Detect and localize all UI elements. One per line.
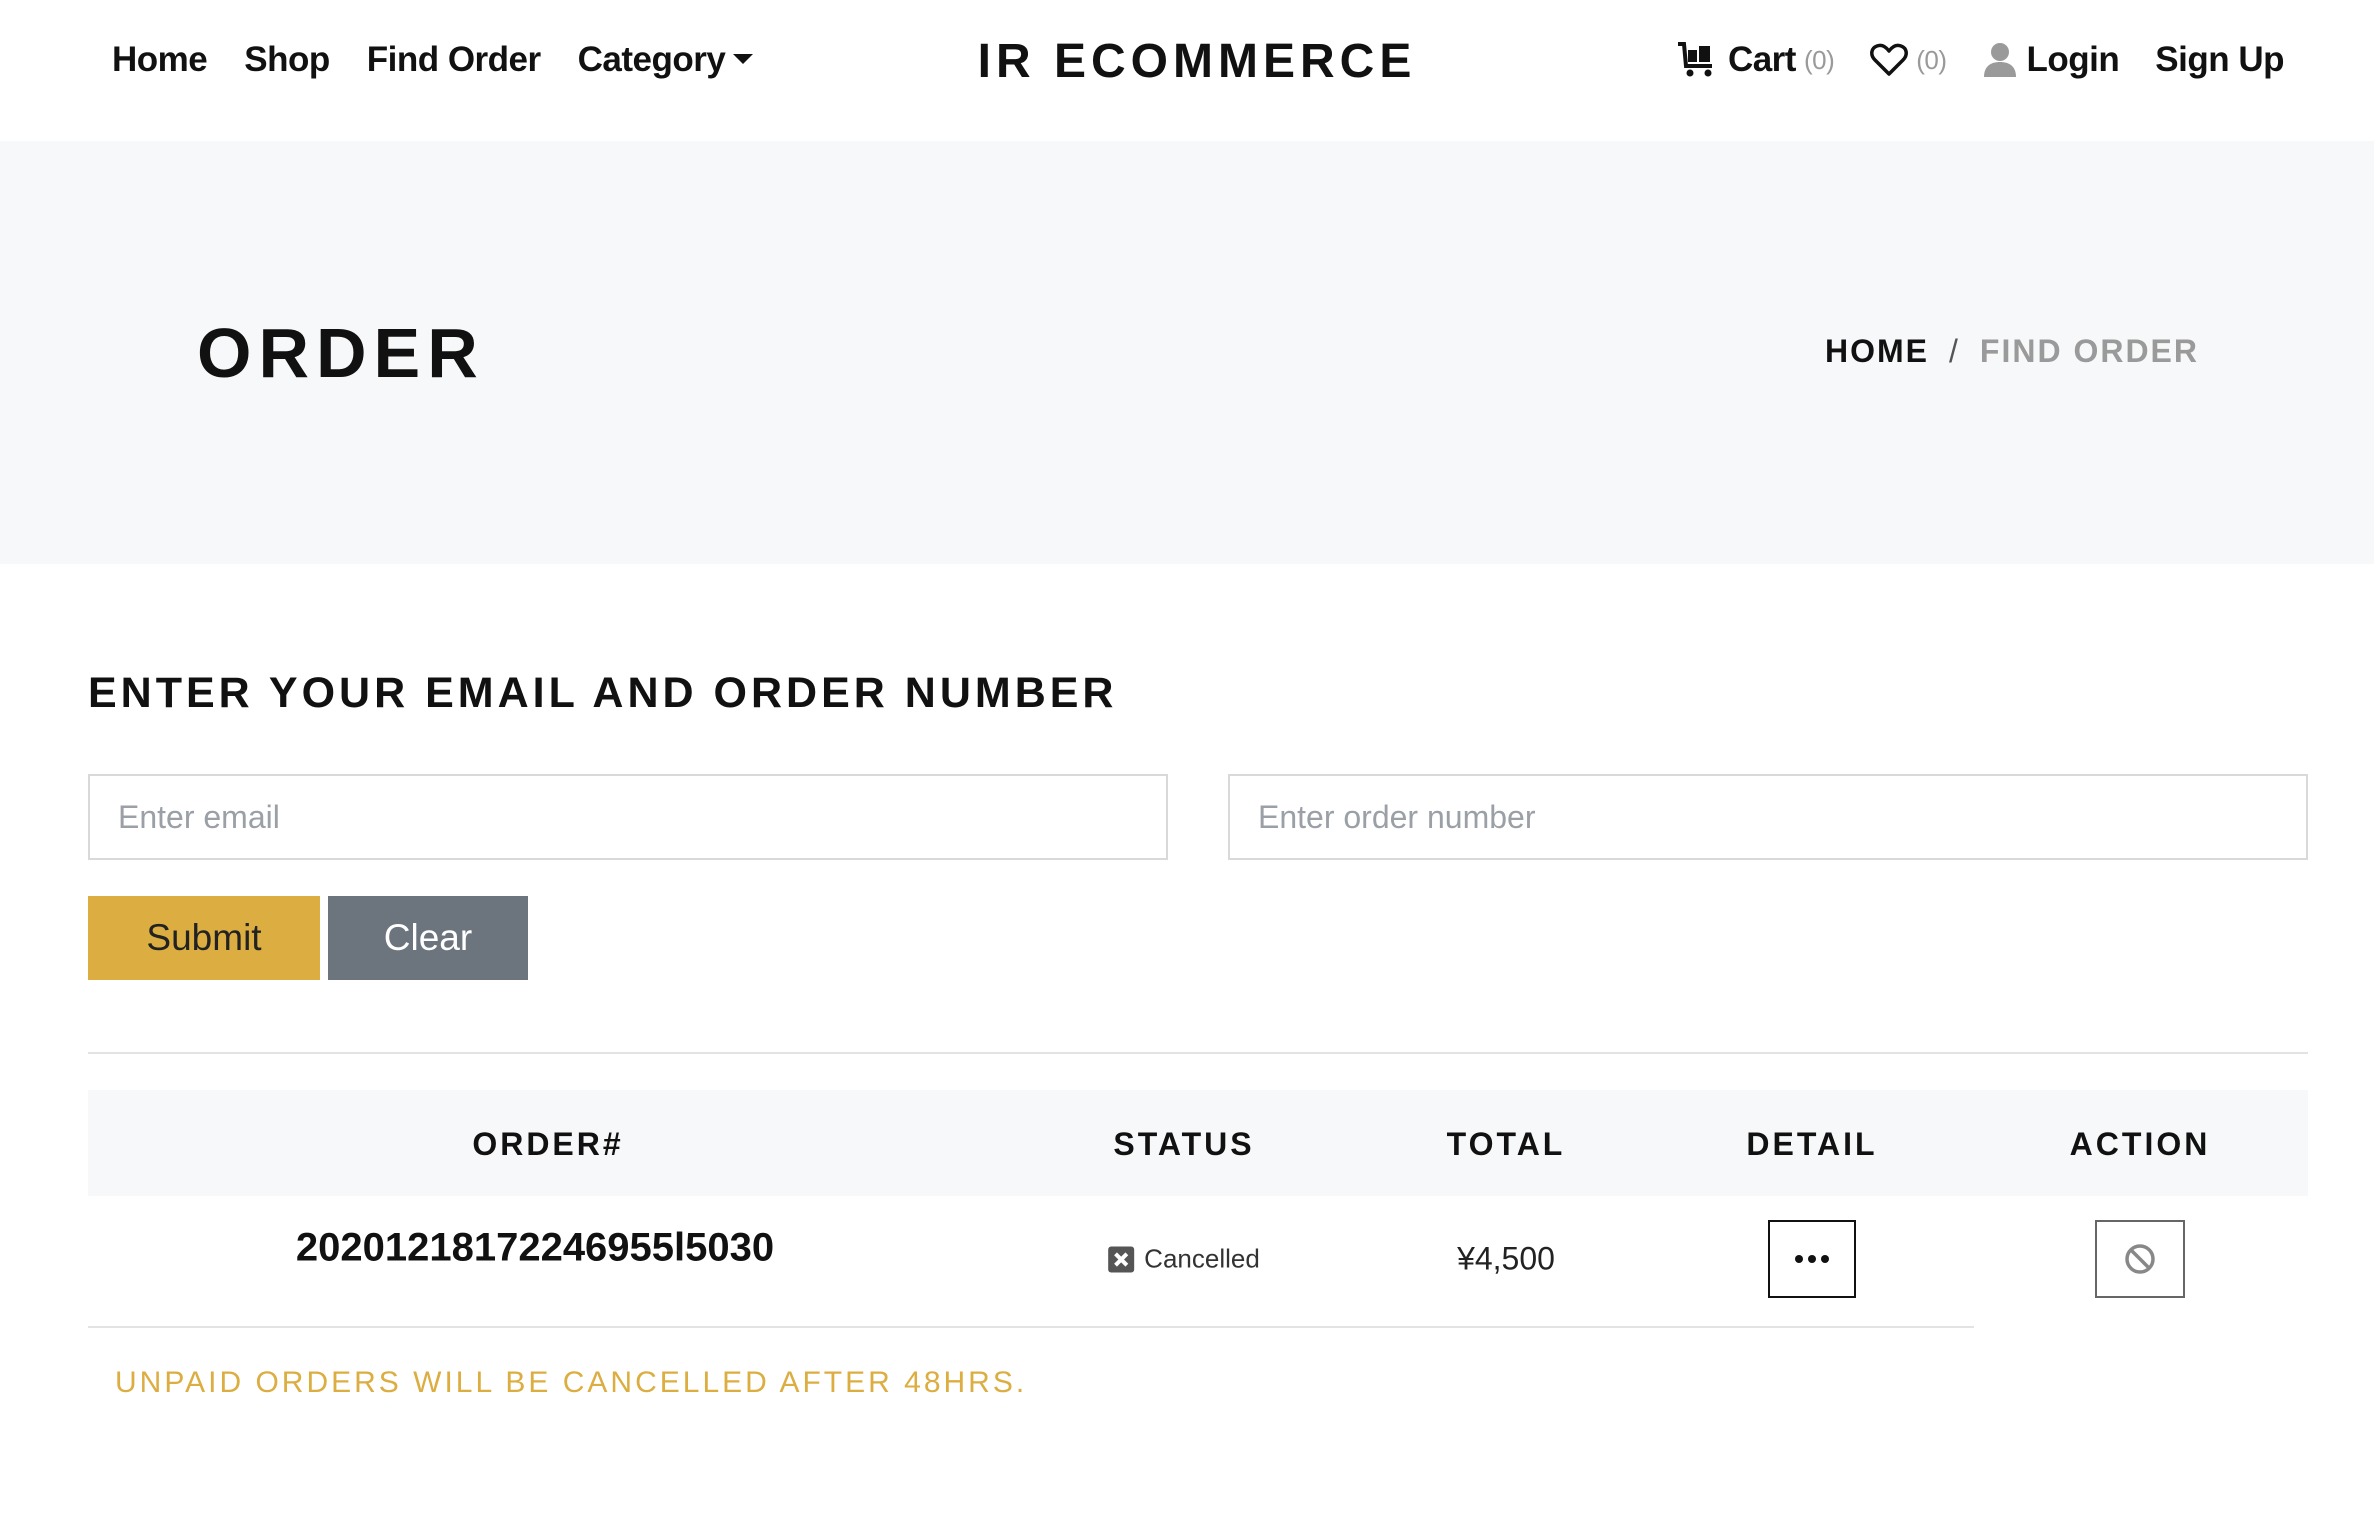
status-badge: Cancelled	[1108, 1244, 1260, 1275]
page-banner: ORDER HOME / FIND ORDER	[0, 141, 2374, 564]
breadcrumb-home-link[interactable]: HOME	[1825, 333, 1929, 370]
nav-shop-link[interactable]: Shop	[244, 40, 330, 80]
header-detail: DETAIL	[1746, 1126, 1878, 1162]
breadcrumb: HOME / FIND ORDER	[1825, 333, 2199, 370]
ellipsis-icon	[1808, 1255, 1816, 1263]
breadcrumb-separator: /	[1949, 333, 1960, 369]
wishlist-link[interactable]: (0)	[1870, 43, 1947, 77]
login-label: Login	[2026, 40, 2120, 79]
cancelled-icon	[1108, 1246, 1135, 1272]
header-order-number: ORDER#	[472, 1126, 624, 1162]
header-action: ACTION	[2069, 1126, 2211, 1162]
cancel-order-button[interactable]	[2095, 1220, 2185, 1298]
nav-home-link[interactable]: Home	[112, 40, 208, 80]
site-header: Home Shop Find Order Category IR ECOMMER…	[0, 0, 2374, 141]
order-detail-button[interactable]	[1768, 1220, 1856, 1298]
row-divider	[88, 1326, 1974, 1328]
user-icon	[1983, 42, 2017, 78]
action-cell	[2095, 1220, 2185, 1298]
caret-down-icon	[733, 53, 754, 64]
unpaid-notice: UNPAID ORDERS WILL BE CANCELLED AFTER 48…	[115, 1366, 1028, 1399]
email-field[interactable]	[88, 774, 1168, 860]
header-status: STATUS	[1113, 1126, 1255, 1162]
form-heading: ENTER YOUR EMAIL AND ORDER NUMBER	[88, 669, 1118, 717]
login-link[interactable]: Login	[1983, 40, 2120, 80]
page-title: ORDER	[197, 314, 485, 392]
breadcrumb-current: FIND ORDER	[1979, 333, 2199, 369]
detail-cell	[1768, 1220, 1856, 1298]
header-total: TOTAL	[1446, 1126, 1566, 1162]
nav-find-order-link[interactable]: Find Order	[367, 40, 541, 80]
wishlist-count: (0)	[1916, 44, 1947, 75]
order-number-cell: 20201218172246955l5030	[295, 1225, 775, 1270]
orders-table-header: ORDER# STATUS TOTAL DETAIL ACTION	[88, 1090, 2308, 1196]
ban-icon	[2125, 1244, 2155, 1274]
cart-icon	[1676, 42, 1718, 78]
ellipsis-icon	[1821, 1255, 1829, 1263]
order-total: ¥4,500	[1457, 1240, 1555, 1277]
ellipsis-icon	[1795, 1255, 1803, 1263]
user-nav: Cart (0) (0) Login Sign Up	[1676, 40, 2284, 80]
section-divider	[88, 1052, 2308, 1054]
table-row: 20201218172246955l5030 Cancelled ¥4,500	[88, 1196, 2308, 1326]
nav-category-dropdown[interactable]: Category	[578, 40, 754, 80]
order-number-field[interactable]	[1228, 774, 2308, 860]
cart-label: Cart	[1727, 40, 1797, 79]
cart-link[interactable]: Cart (0)	[1676, 40, 1835, 80]
clear-button[interactable]: Clear	[328, 896, 528, 980]
nav-category-label: Category	[577, 40, 726, 79]
cart-count: (0)	[1803, 44, 1835, 75]
signup-link[interactable]: Sign Up	[2155, 40, 2284, 80]
main-nav: Home Shop Find Order Category	[112, 40, 754, 80]
signup-label: Sign Up	[2155, 40, 2284, 79]
heart-icon	[1870, 43, 1909, 77]
brand-name[interactable]: IR ECOMMERCE	[978, 35, 1417, 88]
submit-button[interactable]: Submit	[88, 896, 320, 980]
status-text: Cancelled	[1144, 1243, 1260, 1274]
